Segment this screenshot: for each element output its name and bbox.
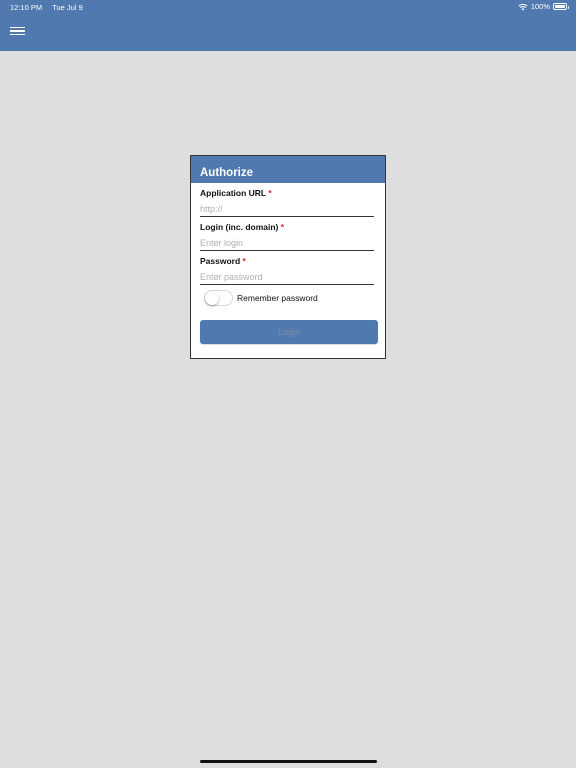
status-time: 12:10 PM — [10, 3, 43, 12]
required-mark: * — [242, 256, 246, 266]
dialog-title: Authorize — [191, 156, 385, 183]
application-url-input[interactable] — [200, 200, 374, 217]
menu-icon[interactable] — [10, 25, 25, 37]
required-mark: * — [280, 222, 285, 232]
remember-password-row: Remember password — [204, 290, 318, 306]
home-indicator — [200, 760, 377, 763]
wifi-icon — [518, 3, 528, 10]
remember-password-toggle[interactable] — [204, 290, 233, 306]
application-url-field: Application URL * — [200, 188, 374, 217]
login-button[interactable]: Login — [200, 320, 378, 344]
battery-icon — [553, 3, 569, 10]
login-input[interactable] — [200, 234, 374, 251]
app-header: 12:10 PM Tue Jul 9 100% — [0, 0, 576, 51]
password-label: Password — [200, 256, 241, 266]
toggle-knob — [205, 291, 219, 305]
required-mark: * — [268, 188, 272, 198]
status-date: Tue Jul 9 — [52, 3, 83, 12]
login-label: Login (inc. domain) — [200, 222, 279, 232]
password-field: Password * — [200, 256, 374, 285]
status-bar-left: 12:10 PM Tue Jul 9 — [10, 3, 83, 12]
authorize-dialog: Authorize Application URL * Login (inc. … — [190, 155, 386, 359]
battery-percent: 100% — [530, 2, 550, 11]
status-bar-right: 100% — [518, 2, 569, 11]
password-input[interactable] — [200, 268, 374, 285]
remember-password-label: Remember password — [237, 293, 318, 303]
login-field: Login (inc. domain) * — [200, 222, 374, 251]
application-url-label: Application URL — [200, 188, 266, 198]
